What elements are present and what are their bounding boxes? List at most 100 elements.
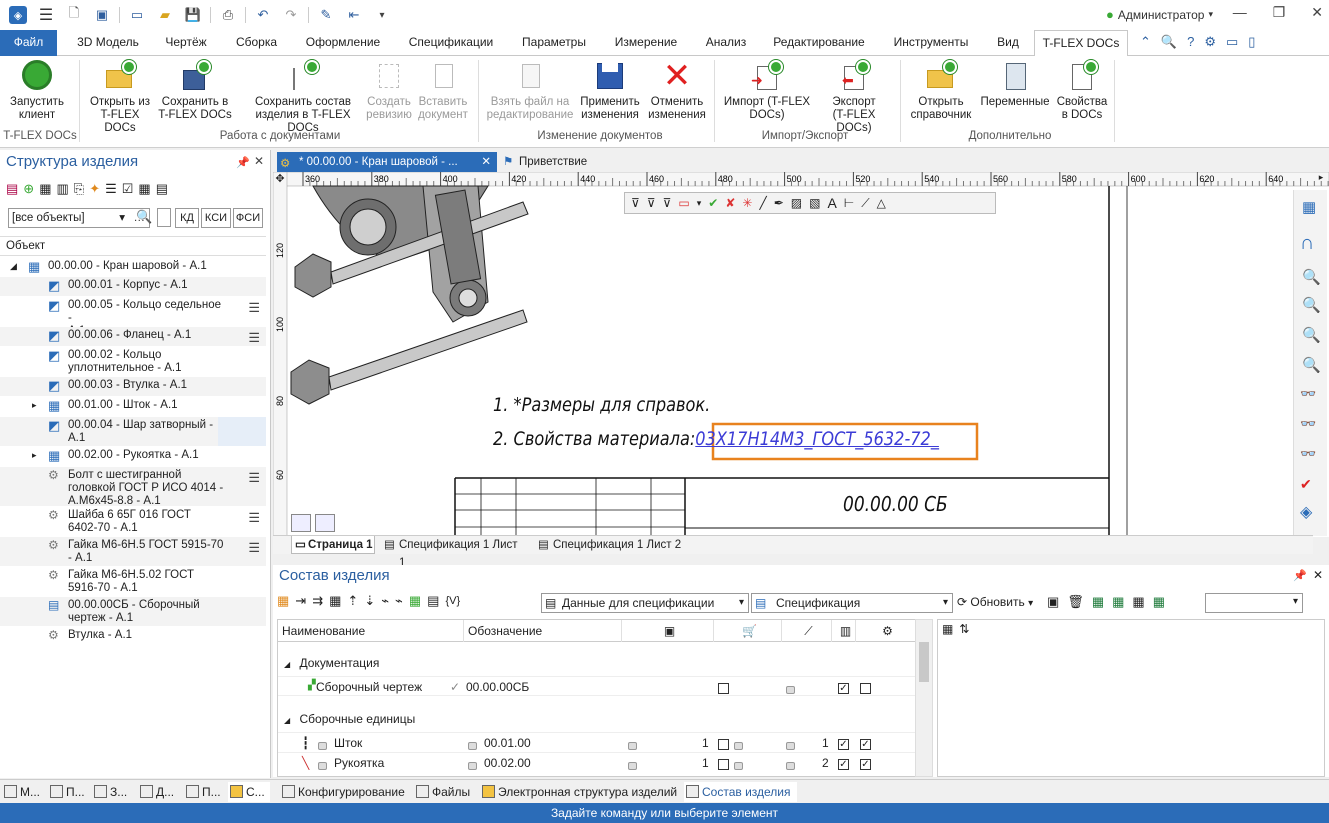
zoom-in-icon[interactable]: 🔍 [1302,296,1321,314]
glasses-2-icon[interactable]: 👓 [1300,416,1316,432]
tree-item[interactable]: ⚙ Болт с шестигранной головкой ГОСТ Р ИСО… [0,467,266,507]
tree-tool6-icon[interactable]: ☰ [105,181,117,197]
grid-settings-icon[interactable]: ▦ [1132,594,1144,610]
preview-icon[interactable]: ▣ [1047,594,1059,610]
search-icon[interactable]: 🔍 [1161,34,1177,50]
undo-icon[interactable]: ↶ [254,6,272,24]
layout-icon[interactable]: ▯ [1248,34,1255,50]
cancel-changes-button[interactable]: ✕ Отменить изменения [645,59,709,122]
tree-tool3-icon[interactable]: ▥ [57,181,69,197]
qat-dropdown-icon[interactable]: ▾ [373,6,391,24]
glasses-icon[interactable]: 👓 [1300,386,1316,402]
tab-welcome[interactable]: ⚑ Приветствие [501,152,599,172]
section-documentation[interactable]: ◢ Документация [278,656,379,670]
sheet-tab-spec1[interactable]: ▤ Спецификация 1 Лист 1 [381,536,527,569]
tree-tool7-icon[interactable]: ☑ [122,181,134,197]
edit-icon[interactable]: ✎ [317,6,335,24]
window-icon[interactable]: ▭ [128,6,146,24]
add-row-icon[interactable]: ▦ [277,593,289,609]
link-icon[interactable]: ⌁ [381,593,389,609]
excel-icon[interactable]: ▦ [1092,594,1104,610]
expander-icon[interactable]: ▸ [32,449,37,462]
tree-tool4-icon[interactable]: ⎘ [74,181,84,197]
tree-tool5-icon[interactable]: ✦ [89,181,100,197]
sort-az-icon[interactable]: ⇅ [959,622,969,636]
tab-assembly[interactable]: Сборка [223,30,290,56]
open-from-docs-button[interactable]: Открыть из T-FLEX DOCs [84,60,156,135]
row-checkbox[interactable] [718,737,729,751]
object-filter-select[interactable]: [все объекты] ▾ … [8,208,150,228]
row-checkbox[interactable] [718,681,729,695]
tree-item[interactable]: ⚙ Гайка М6-6Н.5.02 ГОСТ 5916-70 - А.1 [0,567,266,596]
save-icon[interactable]: 💾 [184,6,202,24]
ptab-1[interactable]: М... [2,782,40,802]
sheet-tab-page1[interactable]: ▭ Страница 1 [291,536,375,554]
dropdown-icon[interactable]: ▾ [697,198,702,209]
dimension-icon[interactable]: ⊢ [844,196,854,210]
redo-icon[interactable]: ↷ [282,6,300,24]
tree-item[interactable]: ◢ ▦ 00.00.00 - Кран шаровой - А.1 [0,258,266,277]
material-link[interactable]: 03Х17Н14М3_ГОСТ_5632-72_ [695,428,939,450]
table-scrollbar[interactable] [915,619,933,777]
add-icon[interactable]: ⊕ [23,181,34,197]
grid-export-icon[interactable]: ▦ [1153,594,1165,610]
table-row[interactable]: ╲ Рукоятка 00.02.00 1 2 [278,752,916,772]
print-icon[interactable]: ⎙ [219,6,237,24]
grid-view-icon[interactable]: ▦ [1112,594,1124,610]
row-menu-icon[interactable]: ☰ [248,471,260,484]
drawing-canvas[interactable]: 360 380 400 420 440 460 480 500 520 540 560 580 600 6… [273,172,1329,537]
new-document-icon[interactable]: 🗋 [65,5,83,24]
tab-3d-model[interactable]: 3D Модель [66,30,150,56]
col-qty-icon[interactable]: ▣ [622,620,714,642]
tree-item[interactable]: ⚙ Гайка М6-6Н.5 ГОСТ 5915-70 - А.1 ☰ [0,537,266,566]
tree-item[interactable]: ⚙ Шайба 6 65Г 016 ГОСТ 6402-70 - А.1 ☰ [0,507,266,536]
tab-tflex-docs[interactable]: T-FLEX DOCs [1034,30,1128,57]
col-pos-icon[interactable]: ⟋ [782,620,832,642]
split-view-icon[interactable] [291,514,311,532]
expander-icon[interactable]: ◢ [10,260,17,273]
tree-item[interactable]: ⚙ Втулка - А.1 [0,627,266,646]
refresh-button[interactable]: ⟳ Обновить ▾ [957,595,1033,609]
navigate-icon[interactable]: ⇤ [345,6,363,24]
col-cart-icon[interactable]: 🛒 [714,620,782,642]
row-checkbox[interactable] [860,757,871,771]
ruler-origin-icon[interactable]: ✥ [273,172,287,186]
help-icon[interactable]: ? [1187,34,1194,50]
line-icon[interactable]: ╱ [759,196,766,210]
delete-icon[interactable]: 🗑 [1067,594,1084,610]
table-edit-icon[interactable]: ▤ [427,593,439,609]
extra-select[interactable]: ▾ [1205,593,1303,613]
sort-down-icon[interactable]: ⇣ [364,593,375,609]
col-asm-icon[interactable]: ⚙ [856,620,916,642]
ptab-2[interactable]: П... [48,782,85,802]
launch-client-button[interactable]: Запустить клиент [4,60,70,122]
collapse-ribbon-icon[interactable]: ⌃ [1140,34,1151,50]
row-checkbox[interactable] [718,757,729,771]
save-composition-button[interactable]: Сохранить состав изделия в T-FLEX DOCs [244,60,362,135]
close-panel-icon[interactable]: ✕ [1313,568,1323,582]
ptab-4[interactable]: Д... [138,782,174,802]
user-menu[interactable]: ● Администратор ▾ [1106,7,1213,22]
tree-item[interactable]: ◩ 00.00.03 - Втулка - А.1 [0,377,266,396]
table-row[interactable]: ┇ Шток 00.01.00 1 1 [278,732,916,752]
menu-icon[interactable]: ☰ [37,6,55,24]
tree-tool1-icon[interactable]: ▤ [6,181,18,197]
variables-button[interactable]: Переменные [977,60,1053,109]
fsi-button[interactable]: ФСИ [233,208,263,228]
tab-tools[interactable]: Инструменты [879,30,983,56]
sheet-tab-spec2[interactable]: ▤ Спецификация 1 Лист 2 [535,536,687,554]
row-checkbox[interactable] [860,737,871,751]
tab-analysis[interactable]: Анализ [694,30,758,56]
clear-filter-icon[interactable]: ✘ [725,196,735,210]
tree-item[interactable]: ◩ 00.00.02 - Кольцо уплотнительное - А.1 [0,347,266,376]
ptab-ebom[interactable]: Электронная структура изделий [480,782,677,802]
kd-button[interactable]: КД [175,208,199,228]
minimize-button[interactable]: — [1233,4,1247,21]
open-folder-icon[interactable]: ▰ [156,6,174,24]
datasource-select[interactable]: ▤ Данные для спецификации ▾ [541,593,749,613]
zoom-fit-icon[interactable]: 🔍 [1302,326,1321,344]
tab-design[interactable]: Оформление [295,30,391,56]
tree-item[interactable]: ▤ 00.00.00СБ - Сборочный чертеж - А.1 [0,597,266,626]
checkout-file-button[interactable]: Взять файл на редактирование [483,60,577,122]
row-checkbox[interactable] [838,757,849,771]
